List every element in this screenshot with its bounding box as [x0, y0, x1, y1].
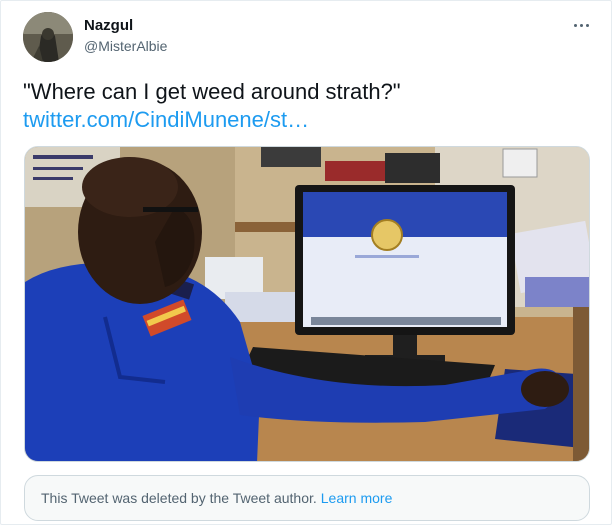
tweet-text: "Where can I get weed around strath?" — [23, 79, 401, 104]
officer-at-computer-photo-icon — [25, 147, 589, 461]
dot — [585, 23, 589, 27]
more-options-icon[interactable] — [568, 14, 594, 36]
author-avatar[interactable] — [23, 12, 73, 62]
deleted-tweet-notice: This Tweet was deleted by the Tweet auth… — [24, 475, 590, 521]
author-name[interactable]: Nazgul — [84, 17, 133, 34]
dot — [573, 23, 577, 27]
avatar-image-icon — [23, 12, 73, 62]
author-handle[interactable]: @MisterAlbie — [84, 38, 167, 54]
tweet-card: Nazgul @MisterAlbie "Where can I get wee… — [0, 0, 612, 525]
tweet-link[interactable]: twitter.com/CindiMunene/st… — [23, 106, 309, 134]
learn-more-link[interactable]: Learn more — [321, 490, 393, 506]
dot — [579, 23, 583, 27]
tweet-photo[interactable] — [24, 146, 590, 462]
deleted-message: This Tweet was deleted by the Tweet auth… — [41, 490, 317, 506]
